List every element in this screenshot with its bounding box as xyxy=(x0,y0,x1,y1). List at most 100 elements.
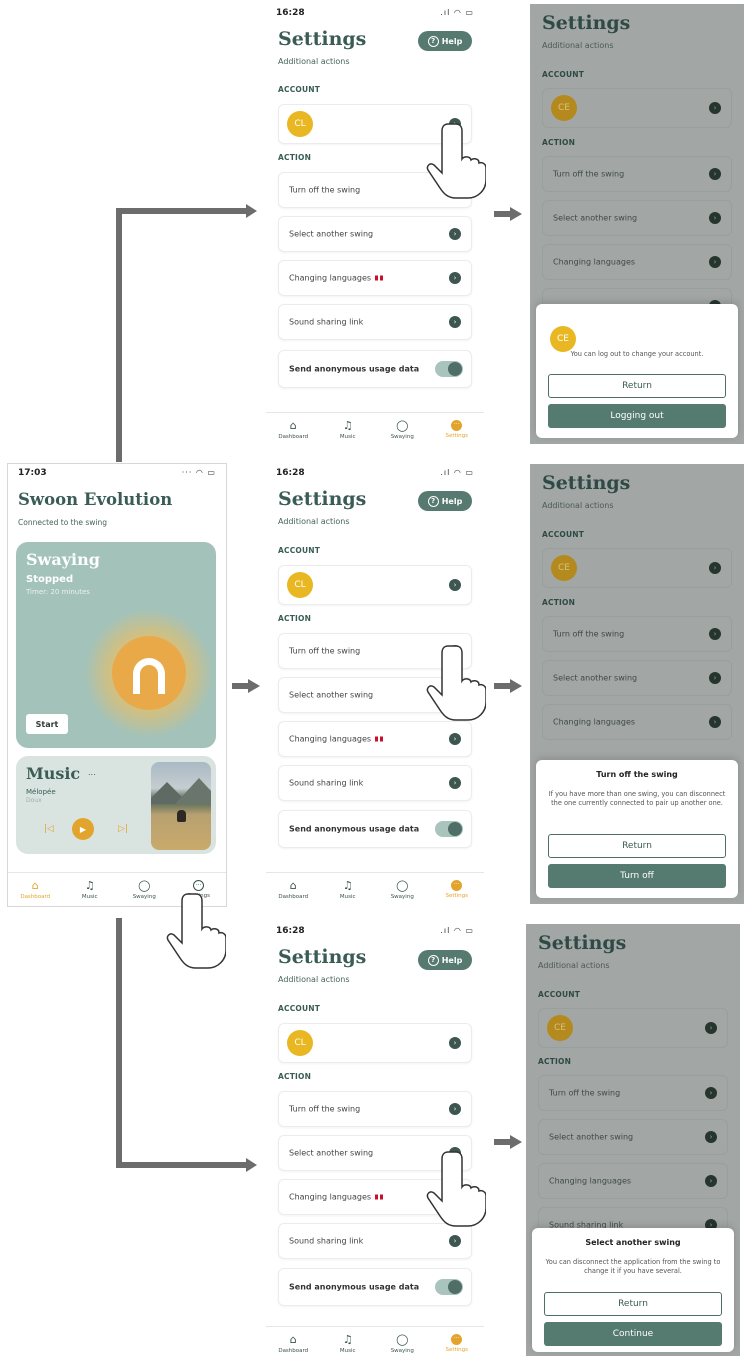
action-sound-link[interactable]: Sound sharing link › xyxy=(278,1223,472,1259)
usage-data-toggle[interactable] xyxy=(435,361,463,377)
continue-button[interactable]: Continue xyxy=(544,1322,722,1346)
page-subtitle: Additional actions xyxy=(538,961,610,970)
action-sound-link[interactable]: Sound sharing link › xyxy=(278,765,472,801)
tab-bar: ⌂Dashboard ♫Music ◯Swaying ···Settings xyxy=(266,1326,484,1358)
chevron-right-icon: › xyxy=(449,733,461,745)
tab-settings[interactable]: ···Settings xyxy=(435,420,479,439)
usage-data-toggle[interactable] xyxy=(435,821,463,837)
swing-icon: ◯ xyxy=(396,878,409,892)
action-header: ACTION xyxy=(278,1072,312,1081)
tab-swaying[interactable]: ◯ Swaying xyxy=(380,418,424,440)
action-language[interactable]: Changing languages› xyxy=(278,260,472,296)
swing-icon: ◯ xyxy=(396,1332,409,1346)
chevron-right-icon: › xyxy=(705,1131,717,1143)
music-note-icon: ♫ xyxy=(342,418,353,432)
play-button[interactable]: ▶ xyxy=(72,818,94,840)
tab-dashboard[interactable]: ⌂ Dashboard xyxy=(13,879,57,900)
home-icon: ⌂ xyxy=(289,418,297,432)
settings-screen-account: 16:28 .ıl ◠ ▭ Settings ? Help Additional … xyxy=(266,4,484,446)
tab-dashboard[interactable]: ⌂ Dashboard xyxy=(271,879,315,900)
chevron-right-icon: › xyxy=(709,212,721,224)
chevron-right-icon: › xyxy=(705,1087,717,1099)
chevron-right-icon: › xyxy=(449,579,461,591)
status-time: 16:28 xyxy=(276,926,305,936)
chevron-right-icon: › xyxy=(709,716,721,728)
help-button[interactable]: ? Help xyxy=(418,31,472,51)
swing-icon: ◯ xyxy=(138,878,151,892)
dashboard-title: Swoon Evolution xyxy=(18,490,173,509)
tab-music[interactable]: ♫ Music xyxy=(326,418,370,440)
tab-music[interactable]: ♫ Music xyxy=(326,879,370,900)
action-select-swing[interactable]: Select another swing› xyxy=(278,216,472,252)
flow-arrowhead-top xyxy=(246,204,257,218)
more-dots-icon: ··· xyxy=(451,420,463,431)
tab-dashboard[interactable]: ⌂ Dashboard xyxy=(271,1332,315,1354)
music-card[interactable]: Music ... Mélopée Doux |◁ ▶ ▷| xyxy=(16,756,216,854)
chevron-right-icon: › xyxy=(449,1235,461,1247)
chevron-right-icon: › xyxy=(709,628,721,640)
avatar: CL xyxy=(287,111,313,137)
logout-button[interactable]: Logging out xyxy=(548,404,726,428)
page-title: Settings xyxy=(542,12,631,34)
pointing-hand-icon xyxy=(426,1151,486,1227)
action-sound-link[interactable]: Sound sharing link › xyxy=(278,304,472,340)
tab-settings[interactable]: ···Settings xyxy=(435,880,479,899)
tab-swaying[interactable]: ◯ Swaying xyxy=(380,878,424,900)
account-card[interactable]: CL › xyxy=(278,565,472,605)
next-track-icon[interactable]: ▷| xyxy=(118,824,128,834)
action-turn-off: Turn off the swing › xyxy=(542,616,732,652)
page-subtitle: Additional actions xyxy=(278,975,350,984)
avatar: CE xyxy=(547,1015,573,1041)
chevron-right-icon: › xyxy=(705,1022,717,1034)
account-card[interactable]: CL › xyxy=(278,1023,472,1063)
account-header: ACCOUNT xyxy=(538,990,581,999)
tab-music[interactable]: ♫ Music xyxy=(68,879,112,900)
home-icon: ⌂ xyxy=(289,1332,297,1346)
connection-status: Connected to the swing xyxy=(18,518,108,527)
status-time: 16:28 xyxy=(276,8,305,18)
music-title: Music xyxy=(26,764,81,783)
help-button[interactable]: ? Help xyxy=(418,950,472,970)
action-language: Changing languages › xyxy=(542,704,732,740)
status-icons: .ıl ◠ ▭ xyxy=(440,8,474,17)
return-button[interactable]: Return xyxy=(548,374,726,398)
tab-settings[interactable]: ···Settings xyxy=(435,1334,479,1353)
turn-off-dialog-screen: Settings Additional actions ACCOUNT CE › … xyxy=(530,464,744,904)
flow-line-vertical-top xyxy=(116,208,122,462)
dashboard-screen: 17:03 ··· ◠ ▭ Swoon Evolution Connected … xyxy=(8,464,226,906)
swaying-card[interactable]: Swaying Stopped Timer: 20 minutes Start xyxy=(16,542,216,748)
page-title: Settings xyxy=(542,472,631,494)
action-language[interactable]: Changing languages› xyxy=(278,721,472,757)
chevron-right-icon: › xyxy=(449,316,461,328)
logout-modal: CE You can log out to change your accoun… xyxy=(536,304,738,438)
swing-icon: ◯ xyxy=(396,418,409,432)
music-more-icon[interactable]: ... xyxy=(88,768,96,777)
return-button[interactable]: Return xyxy=(548,834,726,858)
page-title: Settings xyxy=(278,28,367,50)
return-button[interactable]: Return xyxy=(544,1292,722,1316)
account-header: ACCOUNT xyxy=(542,70,585,79)
start-button[interactable]: Start xyxy=(26,714,68,734)
page-title: Settings xyxy=(538,932,627,954)
tab-music[interactable]: ♫ Music xyxy=(326,1332,370,1354)
modal-title: Turn off the swing xyxy=(596,770,678,779)
turn-off-modal: Turn off the swing If you have more than… xyxy=(536,760,738,898)
music-note-icon: ♫ xyxy=(342,1332,353,1346)
turn-off-button[interactable]: Turn off xyxy=(548,864,726,888)
swaying-timer: Timer: 20 minutes xyxy=(26,588,90,596)
previous-track-icon[interactable]: |◁ xyxy=(44,824,54,834)
usage-data-toggle[interactable] xyxy=(435,1279,463,1295)
help-button[interactable]: ? Help xyxy=(418,491,472,511)
chevron-right-icon: › xyxy=(709,102,721,114)
tab-dashboard[interactable]: ⌂ Dashboard xyxy=(271,418,315,440)
select-dialog-screen: Settings Additional actions ACCOUNT CE › … xyxy=(526,924,740,1356)
action-header: ACTION xyxy=(538,1057,572,1066)
flow-arrowhead-bottom xyxy=(246,1158,257,1172)
flow-line-horizontal-top xyxy=(116,208,246,214)
tab-swaying[interactable]: ◯ Swaying xyxy=(380,1332,424,1354)
action-language: Changing languages › xyxy=(542,244,732,280)
chevron-right-icon: › xyxy=(449,1037,461,1049)
question-icon: ? xyxy=(427,35,439,47)
track-name: Mélopée xyxy=(26,788,56,796)
action-turn-off[interactable]: Turn off the swing› xyxy=(278,1091,472,1127)
